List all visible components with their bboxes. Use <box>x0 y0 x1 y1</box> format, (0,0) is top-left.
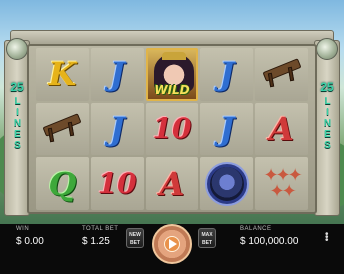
play-icon <box>169 239 177 249</box>
lines-word-text: LINES <box>12 96 23 151</box>
paylines-count-right: 25 <box>320 80 334 94</box>
symbol-j: J <box>109 55 125 94</box>
symbol-j: J <box>109 109 125 148</box>
paylines-label-right: LINES <box>315 96 339 155</box>
symbol-a: A <box>269 109 294 148</box>
bottom-hud: WIN $ 0.00 TOTAL BET $ 1.25 NEW BET MAX … <box>0 224 344 274</box>
balance-value: $ 100,000.00 <box>240 236 299 247</box>
total-bet-display: TOTAL BET $ 1.25 <box>82 226 118 247</box>
reel-cell: 10 <box>90 157 144 210</box>
total-bet-value: $ 1.25 <box>82 236 110 247</box>
balance-display: BALANCE $ 100,000.00 <box>240 226 298 247</box>
balance-label: BALANCE <box>240 226 272 232</box>
crown-icon <box>161 52 186 60</box>
reel-cell: A <box>255 102 308 156</box>
symbol-10: 10 <box>97 166 137 200</box>
symbol-10: 10 <box>152 111 192 145</box>
bench-symbol-icon <box>262 58 302 88</box>
symbol-k: K <box>48 55 77 94</box>
reel-cell <box>255 48 308 101</box>
total-bet-label: TOTAL BET <box>82 226 119 232</box>
new-bet-button[interactable]: NEW BET <box>126 228 144 248</box>
reel-cell: A <box>145 157 199 210</box>
reel-cell: J <box>200 102 254 156</box>
reel-cell: Q <box>36 157 89 210</box>
more-vertical-icon[interactable]: • • • <box>325 230 329 246</box>
bench-symbol-icon <box>42 113 82 143</box>
reel-cell-wild: WILD <box>145 48 199 101</box>
demon-mask-symbol-icon <box>206 163 247 204</box>
lines-word-text: LINES <box>322 96 333 151</box>
paylines-count-left: 25 <box>10 80 24 94</box>
reel-cell: J <box>90 102 144 156</box>
reel-cell: K <box>36 48 89 101</box>
new-bet-line2: BET <box>130 240 140 246</box>
paylines-label-left: LINES <box>5 96 29 155</box>
wild-symbol-label: WILD <box>154 82 190 97</box>
symbol-q: Q <box>48 164 77 203</box>
reel-grid: K J WILD J J 10 J A Q 10 A ✦✦✦ ✦✦ <box>36 48 308 210</box>
reel-cell: ✦✦✦ ✦✦ <box>255 157 308 210</box>
symbol-j: J <box>219 55 235 94</box>
reel-cell: J <box>200 48 254 101</box>
symbol-a: A <box>159 164 185 203</box>
win-display: WIN $ 0.00 <box>16 226 44 247</box>
win-value: $ 0.00 <box>16 236 44 247</box>
reel-cell <box>36 102 89 156</box>
slot-game-screen: 25 LINES 25 LINES K J WILD J J 10 J A Q … <box>0 0 344 274</box>
max-bet-button[interactable]: MAX BET <box>198 228 216 248</box>
reel-cell: J <box>90 48 144 101</box>
max-bet-line2: BET <box>202 240 212 246</box>
symbol-j: J <box>219 109 235 148</box>
max-bet-line1: MAX <box>201 232 213 238</box>
right-orb-ornament <box>316 38 338 60</box>
reel-cell: 10 <box>145 102 199 156</box>
reel-cell <box>200 157 254 210</box>
win-label: WIN <box>16 226 30 232</box>
dancing-figures-symbol-icon: ✦✦✦ ✦✦ <box>263 164 302 202</box>
left-orb-ornament <box>6 38 28 60</box>
spin-button[interactable] <box>152 224 192 264</box>
new-bet-line1: NEW <box>129 232 141 238</box>
